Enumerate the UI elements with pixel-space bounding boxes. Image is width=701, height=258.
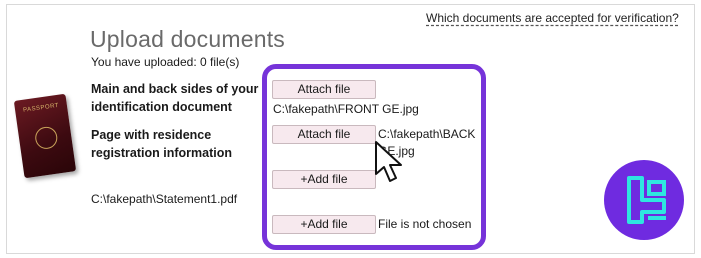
main-document-label: Main and back sides of your identificati… (91, 82, 259, 114)
accepted-documents-link[interactable]: Which documents are accepted for verific… (426, 11, 679, 25)
additional-file-status-2: File is not chosen (378, 217, 472, 231)
mouse-cursor-icon (375, 141, 402, 182)
attach-residence-document-button[interactable]: Attach file (272, 125, 376, 144)
add-file-button-2[interactable]: +Add file (272, 215, 376, 234)
passport-icon-text: PASSPORT (22, 102, 60, 114)
attach-main-document-button[interactable]: Attach file (272, 80, 376, 99)
uploaded-count: You have uploaded: 0 file(s) (91, 55, 240, 69)
page-title: Upload documents (90, 26, 285, 52)
passport-icon: PASSPORT (13, 93, 77, 179)
add-file-button-1[interactable]: +Add file (272, 170, 376, 189)
brand-logo-icon (604, 160, 684, 240)
residence-document-label: Page with residence registration informa… (91, 128, 232, 160)
additional-file-name-1: C:\fakepath\Statement1.pdf (91, 192, 238, 206)
passport-seal (33, 125, 59, 151)
main-document-file-name: C:\fakepath\FRONT GE.jpg (273, 102, 419, 116)
brand-logo-mark (627, 176, 666, 224)
